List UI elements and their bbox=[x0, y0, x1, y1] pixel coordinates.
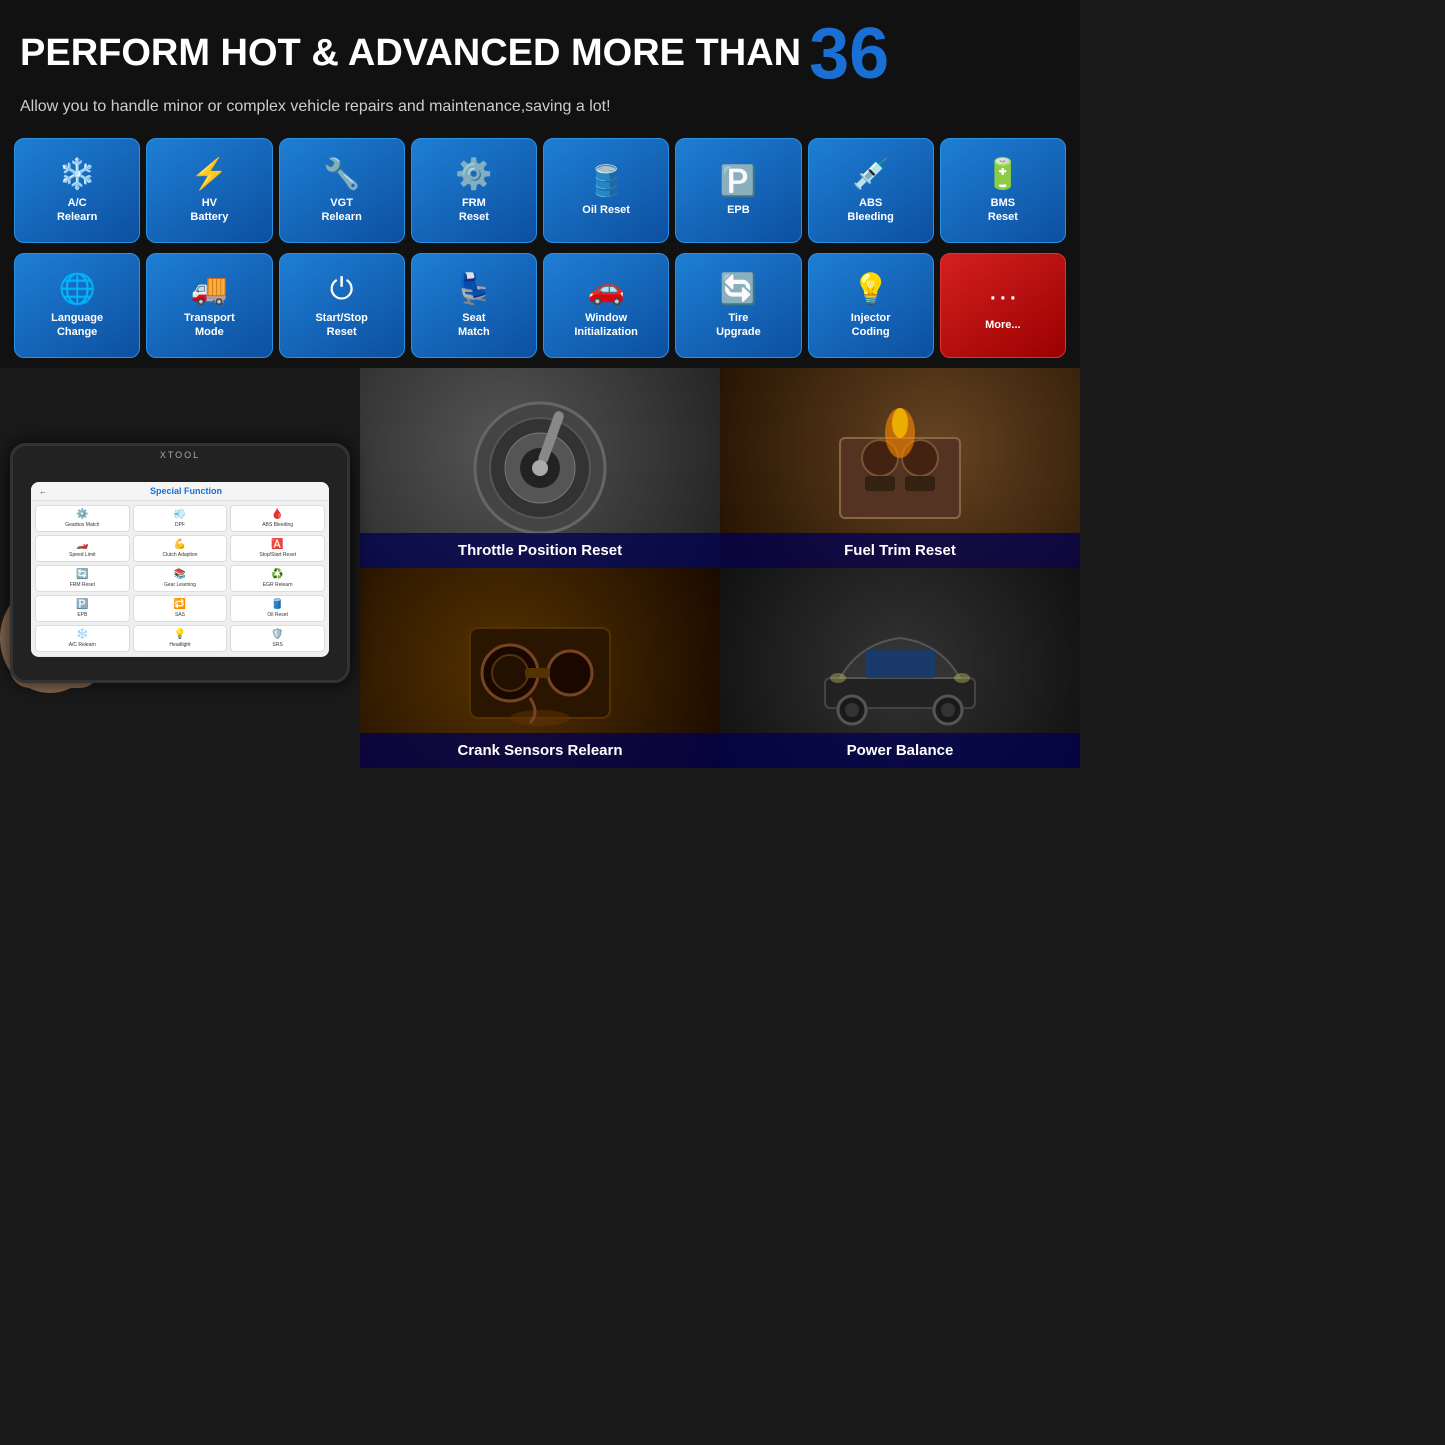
screen-item[interactable]: 🔄FRM Reset bbox=[35, 565, 130, 592]
start-stop-reset-label: Start/StopReset bbox=[315, 311, 368, 340]
more-icon: ··· bbox=[988, 282, 1018, 312]
language-change-icon: 🌐 bbox=[58, 275, 95, 305]
language-change-label: LanguageChange bbox=[51, 311, 103, 340]
feature-tile-window-init[interactable]: 🚗 WindowInitialization bbox=[543, 253, 669, 358]
fuel-trim-svg bbox=[810, 388, 990, 548]
crank-svg bbox=[450, 588, 630, 748]
injector-coding-icon: 💡 bbox=[852, 275, 889, 305]
screen-item[interactable]: 📚Gear Learning bbox=[133, 565, 228, 592]
feature-tile-language-change[interactable]: 🌐 LanguageChange bbox=[14, 253, 140, 358]
device-mockup: XTOOL ← Special Function ⚙️Gearbox Match… bbox=[10, 443, 350, 693]
start-stop-reset-icon: ⏻ bbox=[330, 275, 354, 305]
vgt-relearn-label: VGTRelearn bbox=[321, 196, 361, 225]
more-label: More... bbox=[985, 318, 1020, 332]
transport-mode-icon: 🚚 bbox=[191, 275, 228, 305]
feature-tile-frm-reset[interactable]: ⚙️ FRMReset bbox=[411, 138, 537, 243]
epb-label: EPB bbox=[727, 203, 750, 217]
screen-item[interactable]: 🛡️SRS bbox=[230, 625, 325, 652]
frm-reset-icon: ⚙️ bbox=[455, 160, 492, 190]
screen-item[interactable]: 🩸ABS Bleeding bbox=[230, 505, 325, 532]
epb-icon: 🅿️ bbox=[720, 167, 757, 197]
crank-feature: Crank Sensors Relearn bbox=[360, 568, 720, 768]
screen-grid: ⚙️Gearbox Match💨DPF🩸ABS Bleeding 🏎️Speed … bbox=[31, 501, 329, 656]
seat-match-label: SeatMatch bbox=[458, 311, 490, 340]
crank-label: Crank Sensors Relearn bbox=[360, 733, 720, 769]
hv-battery-icon: ⚡ bbox=[191, 160, 228, 190]
headline-number: 36 bbox=[809, 18, 889, 90]
frm-reset-label: FRMReset bbox=[459, 196, 489, 225]
feature-tile-epb[interactable]: 🅿️ EPB bbox=[675, 138, 801, 243]
screen-header: ← Special Function bbox=[31, 482, 329, 501]
screen-item[interactable]: 💡Headlight bbox=[133, 625, 228, 652]
headline: PERFORM HOT & ADVANCED MORE THAN 36 bbox=[20, 18, 1060, 90]
feature-tile-oil-reset[interactable]: 🛢️ Oil Reset bbox=[543, 138, 669, 243]
abs-bleeding-label: ABSBleeding bbox=[847, 196, 893, 225]
power-balance-feature: Power Balance bbox=[720, 568, 1080, 768]
device-body: XTOOL ← Special Function ⚙️Gearbox Match… bbox=[10, 443, 350, 683]
screen-item[interactable]: 💪Clutch Adaption bbox=[133, 535, 228, 562]
screen-item[interactable]: ♻️EGR Relearn bbox=[230, 565, 325, 592]
screen-item[interactable]: 🏎️Speed Limit bbox=[35, 535, 130, 562]
power-svg bbox=[810, 588, 990, 748]
screen-item[interactable]: 🛢️Oil Reset bbox=[230, 595, 325, 622]
seat-match-icon: 💺 bbox=[455, 275, 492, 305]
screen-item[interactable]: 💨DPF bbox=[133, 505, 228, 532]
injector-coding-label: InjectorCoding bbox=[851, 311, 891, 340]
tire-upgrade-label: TireUpgrade bbox=[716, 311, 761, 340]
screen-title: Special Function bbox=[51, 486, 321, 496]
tire-upgrade-icon: 🔄 bbox=[720, 275, 757, 305]
oil-reset-label: Oil Reset bbox=[582, 203, 630, 217]
subheadline: Allow you to handle minor or complex veh… bbox=[20, 96, 1060, 118]
feature-tile-hv-battery[interactable]: ⚡ HVBattery bbox=[146, 138, 272, 243]
window-init-label: WindowInitialization bbox=[574, 311, 638, 340]
abs-bleeding-icon: 💉 bbox=[852, 160, 889, 190]
throttle-label: Throttle Position Reset bbox=[360, 533, 720, 569]
feature-tile-injector-coding[interactable]: 💡 InjectorCoding bbox=[808, 253, 934, 358]
window-init-icon: 🚗 bbox=[587, 275, 624, 305]
power-balance-label: Power Balance bbox=[720, 733, 1080, 769]
feature-tile-start-stop-reset[interactable]: ⏻ Start/StopReset bbox=[279, 253, 405, 358]
screen-item[interactable]: ❄️A/C Relearn bbox=[35, 625, 130, 652]
feature-tile-bms-reset[interactable]: 🔋 BMSReset bbox=[940, 138, 1066, 243]
feature-tile-seat-match[interactable]: 💺 SeatMatch bbox=[411, 253, 537, 358]
header-section: PERFORM HOT & ADVANCED MORE THAN 36 Allo… bbox=[0, 0, 1080, 128]
feature-tile-ac-relearn[interactable]: ❄️ A/CRelearn bbox=[14, 138, 140, 243]
device-screen: ← Special Function ⚙️Gearbox Match💨DPF🩸A… bbox=[31, 482, 329, 657]
feature-tile-vgt-relearn[interactable]: 🔧 VGTRelearn bbox=[279, 138, 405, 243]
screen-item[interactable]: 🔁SAS bbox=[133, 595, 228, 622]
screen-item[interactable]: 🅿️EPB bbox=[35, 595, 130, 622]
throttle-feature: Throttle Position Reset bbox=[360, 368, 720, 568]
vgt-relearn-icon: 🔧 bbox=[323, 160, 360, 190]
feature-tile-more[interactable]: ··· More... bbox=[940, 253, 1066, 358]
bms-reset-label: BMSReset bbox=[988, 196, 1018, 225]
feature-tile-transport-mode[interactable]: 🚚 TransportMode bbox=[146, 253, 272, 358]
feature-tile-abs-bleeding[interactable]: 💉 ABSBleeding bbox=[808, 138, 934, 243]
throttle-svg bbox=[450, 388, 630, 548]
device-photo: XTOOL ← Special Function ⚙️Gearbox Match… bbox=[0, 368, 360, 768]
transport-mode-label: TransportMode bbox=[184, 311, 235, 340]
brand-label: XTOOL bbox=[13, 446, 347, 460]
hv-battery-label: HVBattery bbox=[190, 196, 228, 225]
ac-relearn-label: A/CRelearn bbox=[57, 196, 97, 225]
feature-tile-tire-upgrade[interactable]: 🔄 TireUpgrade bbox=[675, 253, 801, 358]
bottom-section: XTOOL ← Special Function ⚙️Gearbox Match… bbox=[0, 368, 1080, 768]
fuel-trim-feature: Fuel Trim Reset bbox=[720, 368, 1080, 568]
screen-item[interactable]: 🅰️Stop/Start Reset bbox=[230, 535, 325, 562]
bms-reset-icon: 🔋 bbox=[984, 160, 1021, 190]
screen-item[interactable]: ⚙️Gearbox Match bbox=[35, 505, 130, 532]
ac-relearn-icon: ❄️ bbox=[58, 160, 95, 190]
fuel-trim-label: Fuel Trim Reset bbox=[720, 533, 1080, 569]
features-grid-row1: ❄️ A/CRelearn ⚡ HVBattery 🔧 VGTRelearn ⚙️ FRMRe… bbox=[0, 128, 1080, 253]
headline-text: PERFORM HOT & ADVANCED MORE THAN bbox=[20, 33, 801, 75]
oil-reset-icon: 🛢️ bbox=[587, 167, 624, 197]
features-grid-row2: 🌐 LanguageChange 🚚 TransportMode ⏻ Start/Stop… bbox=[0, 253, 1080, 368]
